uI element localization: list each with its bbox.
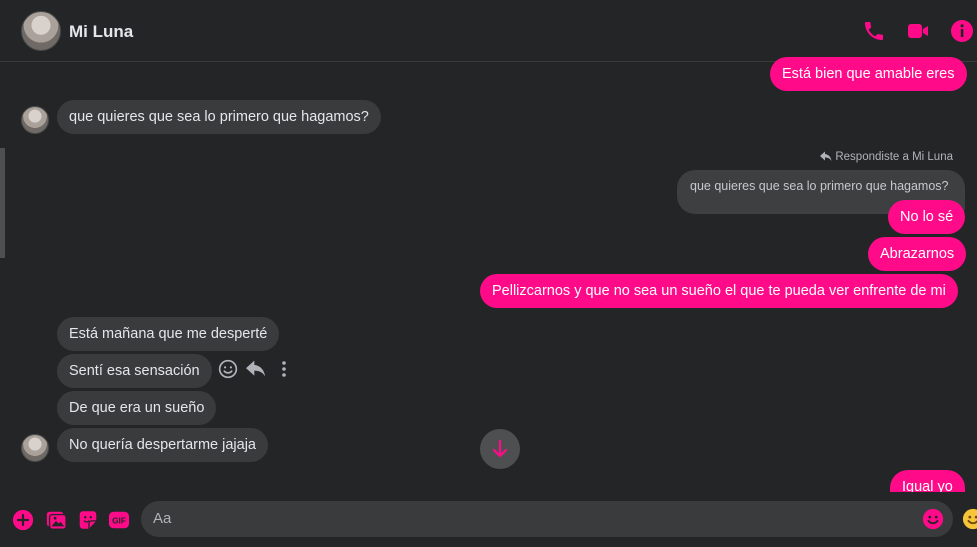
arrow-down-icon: [492, 440, 508, 458]
photo-icon[interactable]: [45, 509, 67, 531]
incoming-message[interactable]: Sentí esa sensación: [57, 354, 212, 388]
more-options-icon[interactable]: [276, 359, 292, 379]
chat-header: Mi Luna: [0, 0, 977, 62]
contact-avatar-small[interactable]: [21, 434, 49, 462]
scrollbar[interactable]: [0, 148, 5, 258]
contact-name[interactable]: Mi Luna: [69, 22, 133, 42]
message-input[interactable]: Aa: [141, 501, 953, 537]
outgoing-message[interactable]: Está bien que amable eres: [770, 57, 967, 91]
incoming-message[interactable]: que quieres que sea lo primero que hagam…: [57, 100, 381, 134]
gif-label: GIF: [112, 517, 126, 526]
incoming-message[interactable]: No quería despertarme jajaja: [57, 428, 268, 462]
reply-icon: [820, 151, 832, 161]
reply-icon[interactable]: [246, 359, 266, 379]
outgoing-message[interactable]: No lo sé: [888, 200, 966, 234]
sticker-icon[interactable]: [77, 509, 99, 531]
gif-icon[interactable]: GIF: [108, 509, 130, 531]
reaction-icon[interactable]: [962, 508, 977, 530]
contact-avatar[interactable]: [21, 11, 61, 51]
video-camera-icon[interactable]: [906, 19, 930, 43]
outgoing-message[interactable]: Abrazarnos: [868, 237, 967, 271]
phone-icon[interactable]: [862, 19, 886, 43]
message-composer: GIF Aa: [0, 492, 977, 547]
outgoing-message[interactable]: Pellizcarnos y que no sea un sueño el qu…: [480, 274, 958, 308]
emoji-icon[interactable]: [922, 508, 944, 530]
info-icon[interactable]: [950, 19, 974, 43]
message-input-placeholder: Aa: [153, 510, 172, 527]
plus-icon[interactable]: [12, 509, 34, 531]
incoming-message[interactable]: Está mañana que me desperté: [57, 317, 280, 351]
outgoing-message[interactable]: Igual yo: [890, 470, 965, 492]
reply-indicator: Respondiste a Mi Luna: [820, 151, 953, 163]
contact-avatar-small[interactable]: [21, 106, 49, 134]
react-emoji-icon[interactable]: [218, 359, 238, 379]
incoming-message[interactable]: De que era un sueño: [57, 391, 217, 425]
scroll-to-bottom-button[interactable]: [480, 429, 520, 469]
reply-label-text: Respondiste a Mi Luna: [835, 151, 953, 163]
